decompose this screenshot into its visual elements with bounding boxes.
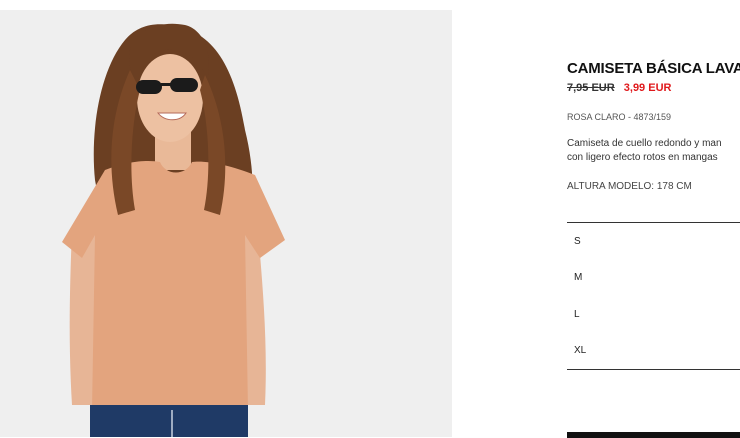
old-price: 7,95 EUR <box>567 82 615 94</box>
product-description: Camiseta de cuello redondo y man con lig… <box>567 137 722 165</box>
product-title: CAMISETA BÁSICA LAVADA <box>567 60 740 77</box>
size-option-l[interactable]: L <box>567 296 740 333</box>
add-to-cart-button[interactable] <box>567 432 740 438</box>
description-line-1: Camiseta de cuello redondo y man <box>567 138 722 149</box>
product-photo[interactable] <box>0 10 452 437</box>
price-block: 7,95 EUR 3,99 EUR <box>567 82 671 94</box>
product-info: CAMISETA BÁSICA LAVADA 7,95 EUR 3,99 EUR… <box>567 0 740 437</box>
description-line-2: con ligero efecto rotos en mangas <box>567 152 718 163</box>
size-option-s[interactable]: S <box>567 223 740 260</box>
color-reference: ROSA CLARO - 4873/159 <box>567 112 672 122</box>
model-height: ALTURA MODELO: 178 CM <box>567 181 692 192</box>
sale-price: 3,99 EUR <box>623 82 672 94</box>
size-option-m[interactable]: M <box>567 260 740 297</box>
size-option-xl[interactable]: XL <box>567 333 740 370</box>
size-selector: S M L XL <box>567 222 740 370</box>
